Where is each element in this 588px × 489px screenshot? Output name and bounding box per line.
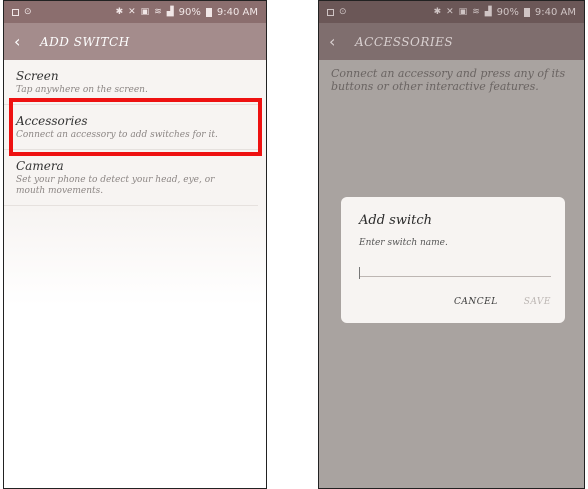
wifi-icon: ≋ bbox=[472, 6, 480, 17]
signal-icon: ▟ bbox=[484, 6, 492, 17]
notification-icon bbox=[12, 8, 19, 16]
dialog-title: Add switch bbox=[359, 213, 432, 228]
app-bar: ‹ ACCESSORIES bbox=[319, 23, 584, 60]
item-subtitle: Tap anywhere on the screen. bbox=[16, 85, 148, 95]
add-switch-dialog: Add switch Enter switch name. CANCEL SAV… bbox=[341, 197, 565, 323]
nfc-icon: ▣ bbox=[140, 6, 150, 17]
dialog-actions: CANCEL SAVE bbox=[454, 297, 551, 307]
item-title: Camera bbox=[16, 159, 64, 173]
lock-icon: ⊙ bbox=[24, 6, 32, 17]
item-title: Screen bbox=[16, 69, 59, 83]
back-arrow-icon[interactable]: ‹ bbox=[329, 33, 343, 50]
empty-area bbox=[4, 207, 266, 488]
status-time: 9:40 AM bbox=[534, 6, 576, 18]
wifi-icon: ≋ bbox=[154, 6, 162, 17]
list-item-accessories[interactable]: Accessories Connect an accessory to add … bbox=[4, 105, 258, 150]
mute-icon: ✕ bbox=[446, 6, 454, 17]
phone-screen-add-switch: ⊙ ✱ ✕ ▣ ≋ ▟ 90% 9:40 AM ‹ ADD SWITCH Scr… bbox=[3, 0, 267, 489]
text-cursor bbox=[359, 267, 360, 279]
status-time: 9:40 AM bbox=[216, 6, 258, 18]
bluetooth-icon: ✱ bbox=[115, 6, 124, 17]
save-button[interactable]: SAVE bbox=[524, 297, 551, 307]
instructions-text: Connect an accessory and press any of it… bbox=[331, 67, 566, 93]
list-item-screen[interactable]: Screen Tap anywhere on the screen. bbox=[4, 60, 258, 105]
mute-icon: ✕ bbox=[128, 6, 136, 17]
phone-screen-accessories: ⊙ ✱ ✕ ▣ ≋ ▟ 90% 9:40 AM ‹ ACCESSORIES Co… bbox=[318, 0, 585, 489]
nfc-icon: ▣ bbox=[458, 6, 468, 17]
battery-icon bbox=[523, 7, 530, 17]
page-title: ACCESSORIES bbox=[355, 34, 454, 49]
list-item-camera[interactable]: Camera Set your phone to detect your hea… bbox=[4, 150, 258, 206]
status-bar: ⊙ ✱ ✕ ▣ ≋ ▟ 90% 9:40 AM bbox=[4, 1, 266, 23]
notification-icon bbox=[327, 8, 334, 16]
status-bar: ⊙ ✱ ✕ ▣ ≋ ▟ 90% 9:40 AM bbox=[319, 1, 584, 23]
switch-type-list: Screen Tap anywhere on the screen. Acces… bbox=[4, 60, 266, 206]
page-title: ADD SWITCH bbox=[40, 34, 130, 49]
app-bar: ‹ ADD SWITCH bbox=[4, 23, 266, 60]
dialog-prompt: Enter switch name. bbox=[359, 238, 448, 248]
signal-icon: ▟ bbox=[166, 6, 174, 17]
bluetooth-icon: ✱ bbox=[433, 6, 442, 17]
switch-name-input[interactable] bbox=[359, 258, 551, 277]
back-arrow-icon[interactable]: ‹ bbox=[14, 33, 28, 50]
battery-percent: 90% bbox=[178, 6, 201, 18]
item-title: Accessories bbox=[16, 114, 88, 128]
lock-icon: ⊙ bbox=[339, 6, 347, 17]
battery-percent: 90% bbox=[496, 6, 519, 18]
item-subtitle: Set your phone to detect your head, eye,… bbox=[16, 175, 215, 196]
cancel-button[interactable]: CANCEL bbox=[454, 297, 498, 307]
battery-icon bbox=[205, 7, 212, 17]
item-subtitle: Connect an accessory to add switches for… bbox=[16, 130, 218, 140]
